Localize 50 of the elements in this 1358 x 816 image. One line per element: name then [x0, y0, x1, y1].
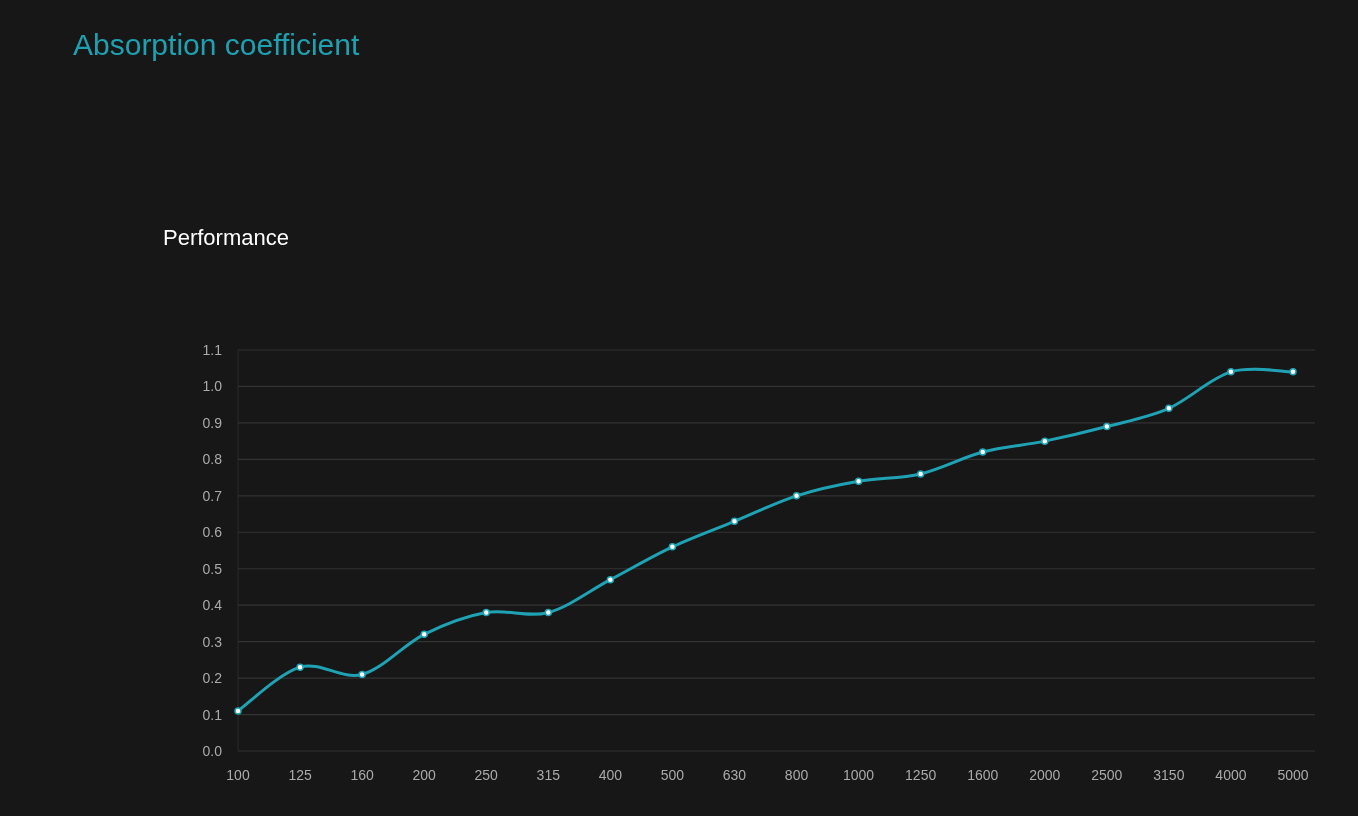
- data-point: [420, 630, 428, 639]
- x-axis-label: 3150: [1153, 767, 1185, 783]
- data-point: [854, 477, 863, 485]
- y-axis-label: 0.5: [202, 560, 222, 577]
- x-axis-label: 1600: [967, 767, 999, 783]
- data-point: [606, 575, 615, 584]
- x-axis-label: 2000: [1029, 767, 1061, 783]
- data-point: [358, 670, 366, 679]
- data-point: [792, 492, 801, 500]
- x-axis-label: 125: [288, 767, 312, 783]
- x-axis-label: 100: [226, 767, 250, 783]
- y-axis-label: 0.6: [202, 524, 222, 541]
- y-axis-label: 1.0: [202, 378, 222, 395]
- data-point: [296, 663, 304, 671]
- y-axis-label: 0.8: [202, 451, 222, 468]
- data-point: [234, 707, 242, 715]
- x-axis-label: 160: [350, 767, 374, 783]
- data-point: [482, 608, 490, 617]
- x-axis-label: 1000: [843, 767, 875, 783]
- x-axis-label: 1250: [905, 767, 937, 783]
- y-axis-label: 1.1: [202, 342, 222, 358]
- y-axis-label: 0.2: [202, 670, 222, 687]
- y-axis-label: 0.9: [202, 414, 222, 431]
- data-point: [1165, 404, 1173, 413]
- x-axis-label: 250: [474, 767, 498, 783]
- data-point: [730, 517, 739, 526]
- page-heading: Absorption coefficient: [73, 27, 360, 63]
- data-point: [978, 448, 987, 456]
- data-point: [1289, 368, 1297, 376]
- chart-title: Performance: [163, 224, 289, 252]
- y-axis-label: 0.4: [202, 597, 222, 614]
- y-axis-label: 0.0: [202, 743, 222, 759]
- data-point: [544, 608, 553, 617]
- data-point: [1103, 422, 1111, 431]
- x-axis-label: 5000: [1277, 767, 1309, 783]
- data-point: [1041, 437, 1049, 445]
- x-axis-label: 400: [598, 767, 623, 783]
- x-axis-label: 2500: [1091, 767, 1123, 783]
- x-axis-label: 800: [784, 767, 809, 783]
- y-axis-label: 0.1: [202, 706, 222, 723]
- y-axis-label: 0.7: [202, 487, 222, 504]
- x-axis-label: 315: [536, 767, 560, 783]
- x-axis-label: 200: [412, 767, 436, 783]
- y-axis-label: 0.3: [202, 633, 222, 650]
- x-axis-label: 630: [722, 767, 747, 783]
- data-point: [1227, 368, 1235, 376]
- data-point: [668, 543, 677, 551]
- data-point: [916, 470, 925, 478]
- x-axis-label: 500: [660, 767, 685, 783]
- x-axis-label: 4000: [1215, 767, 1247, 783]
